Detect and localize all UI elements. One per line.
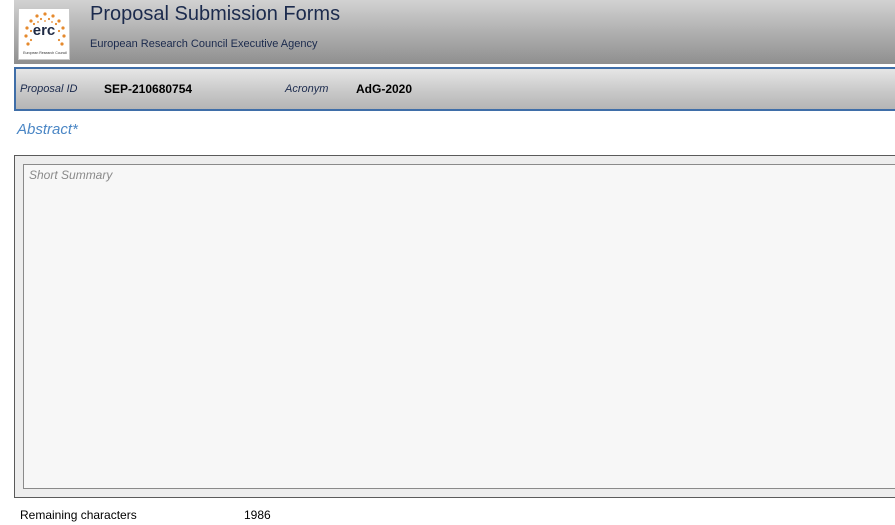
abstract-heading: Abstract* <box>17 121 78 138</box>
remaining-characters-count: 1986 <box>244 508 271 522</box>
abstract-placeholder: Short Summary <box>29 168 113 182</box>
app-header: erc European Research Council Proposal S… <box>14 0 895 64</box>
proposal-id-value: SEP-210680754 <box>104 82 193 96</box>
page-title: Proposal Submission Forms <box>90 3 341 25</box>
abstract-field-frame: Short Summary <box>14 155 895 498</box>
proposal-info-bar: Proposal ID SEP-210680754 Acronym AdG-20… <box>14 67 895 111</box>
abstract-textarea[interactable]: Short Summary <box>23 164 895 489</box>
logo-text: erc <box>32 22 56 39</box>
logo-caption: European Research Council <box>23 51 67 55</box>
acronym-value: AdG-2020 <box>356 82 413 96</box>
erc-logo: erc European Research Council <box>18 8 70 60</box>
acronym-label: Acronym <box>285 83 329 95</box>
proposal-id-label: Proposal ID <box>20 83 78 95</box>
remaining-characters-label: Remaining characters <box>20 508 137 522</box>
page-subtitle: European Research Council Executive Agen… <box>90 38 318 50</box>
